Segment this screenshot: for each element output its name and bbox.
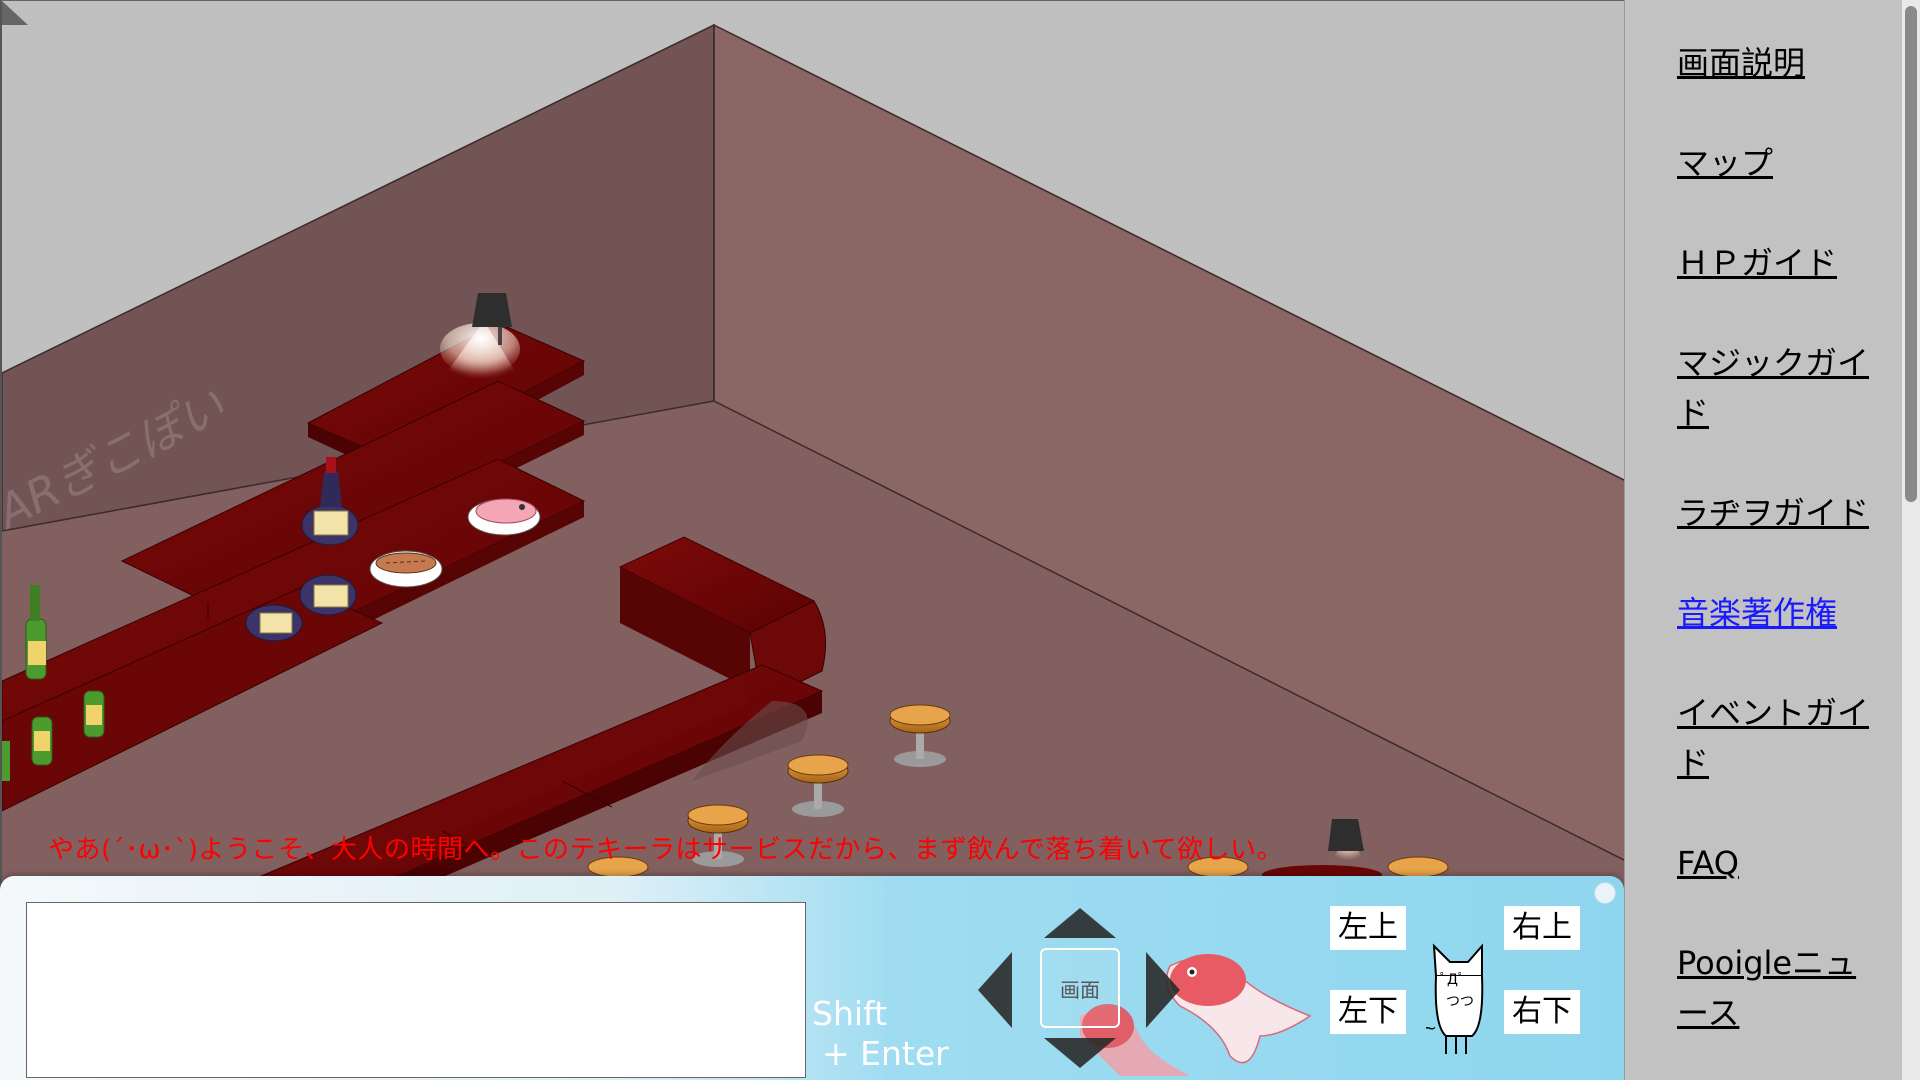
app-window: ARぎこぽい やあ(´･ω･`)ようこそ、大人の時間へ。このテキーラはサービスだ…	[0, 0, 1920, 1080]
chat-input[interactable]	[26, 902, 806, 1078]
sidebar-link-pooigle-news[interactable]: Pooigleニュース	[1677, 938, 1887, 1038]
sidebar-link-radio-guide[interactable]: ラヂヲガイド	[1677, 488, 1887, 538]
sidebar-link-hp-guide[interactable]: ＨＰガイド	[1677, 238, 1887, 288]
screen-button[interactable]: 画面	[1040, 948, 1120, 1028]
control-bar: Shift + Enter 画面 左上 右上 左下 右下 ﾟДﾟ つつ ~	[0, 876, 1624, 1080]
sidebar-link-screen-guide[interactable]: 画面説明	[1677, 38, 1887, 88]
arrow-up-button[interactable]	[1042, 906, 1118, 940]
shift-enter-hint: Shift + Enter	[812, 994, 949, 1074]
bar-scroll-knob[interactable]	[1594, 882, 1616, 904]
sidebar-link-map[interactable]: マップ	[1677, 138, 1887, 188]
svg-text:ﾟДﾟ: ﾟДﾟ	[1440, 972, 1465, 988]
corner-triangle-icon[interactable]	[2, 1, 28, 25]
svg-text:~: ~	[1426, 1018, 1437, 1039]
sidebar-link-faq[interactable]: FAQ	[1677, 838, 1887, 888]
shift-hint-line2: + Enter	[822, 1034, 949, 1073]
sidebar-link-music-copyright[interactable]: 音楽著作権	[1677, 588, 1887, 638]
sidebar-nav: 画面説明 マップ ＨＰガイド マジックガイド ラヂヲガイド 音楽著作権 イベント…	[1677, 38, 1887, 1080]
sidebar-link-magic-guide[interactable]: マジックガイド	[1677, 338, 1887, 438]
down-right-button[interactable]: 右下	[1504, 990, 1580, 1034]
sidebar-scrollbar[interactable]	[1902, 0, 1920, 1080]
shift-hint-line1: Shift	[812, 994, 888, 1033]
arrow-down-button[interactable]	[1042, 1036, 1118, 1070]
arrow-right-button[interactable]	[1144, 950, 1182, 1030]
right-sidebar: 画面説明 マップ ＨＰガイド マジックガイド ラヂヲガイド 音楽著作権 イベント…	[1624, 0, 1920, 1080]
svg-text:つつ: つつ	[1446, 994, 1474, 1010]
cat-avatar-icon: ﾟДﾟ つつ ~	[1426, 943, 1484, 1054]
stool[interactable]	[1387, 856, 1449, 878]
arrow-left-button[interactable]	[976, 950, 1014, 1030]
sidebar-link-event-guide[interactable]: イベントガイド	[1677, 688, 1887, 788]
sidebar-scrollbar-thumb[interactable]	[1905, 6, 1917, 502]
announcement-text: やあ(´･ω･`)ようこそ、大人の時間へ。このテキーラはサービスだから、まず飲ん…	[48, 835, 1283, 865]
up-right-button[interactable]: 右上	[1504, 906, 1580, 950]
up-left-button[interactable]: 左上	[1330, 906, 1406, 950]
down-left-button[interactable]: 左下	[1330, 990, 1406, 1034]
